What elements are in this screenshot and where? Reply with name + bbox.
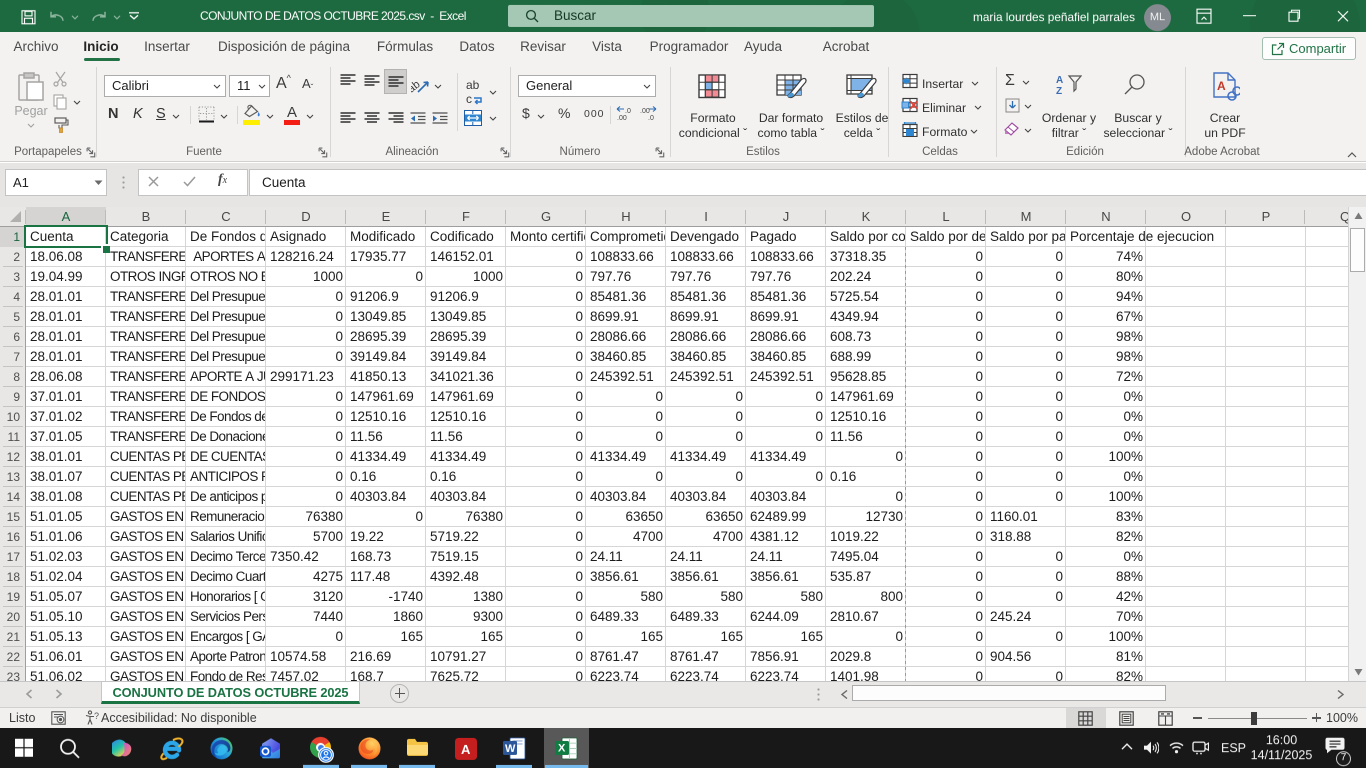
svg-text:A: A xyxy=(1056,75,1063,86)
svg-text:A: A xyxy=(461,742,471,757)
svg-text:ab: ab xyxy=(411,78,423,95)
svg-text:ab: ab xyxy=(466,78,480,92)
svg-text:.0: .0 xyxy=(625,108,631,115)
svg-text:.0: .0 xyxy=(648,115,654,121)
svg-text:X: X xyxy=(558,742,566,754)
svg-text:.00: .00 xyxy=(617,115,627,121)
svg-text:.00: .00 xyxy=(640,108,650,115)
svg-text:A: A xyxy=(1217,79,1226,93)
svg-text:W: W xyxy=(505,743,516,755)
svg-text:c: c xyxy=(466,92,472,106)
svg-text:?: ? xyxy=(94,711,99,721)
svg-text:Z: Z xyxy=(1056,86,1062,96)
